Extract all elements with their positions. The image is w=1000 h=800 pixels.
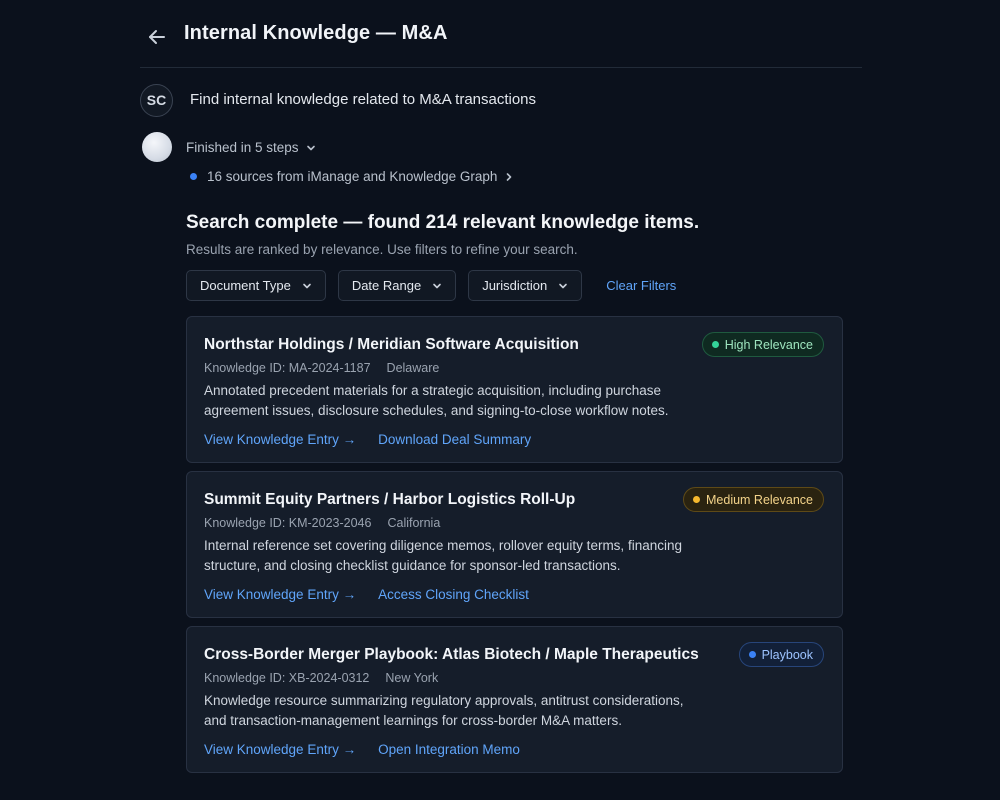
jurisdiction-tag: Delaware — [386, 361, 440, 375]
result-card: Summit Equity Partners / Harbor Logistic… — [186, 471, 843, 618]
view-knowledge-entry-link[interactable]: View Knowledge Entry → — [204, 587, 356, 602]
playbook-badge: Playbook — [738, 642, 824, 667]
jurisdiction-tag: California — [387, 516, 441, 530]
sources-link[interactable]: 16 sources from iManage and Knowledge Gr… — [190, 169, 515, 184]
clear-filters-button[interactable]: Clear Filters — [606, 278, 676, 293]
date-range-label: Date Range — [351, 278, 422, 293]
chat-page: Internal Knowledge — M&A SC Find interna… — [0, 0, 1000, 800]
result-card: Northstar Holdings / Meridian Software A… — [186, 316, 843, 463]
knowledge-id: Knowledge ID: XB-2024-0312 — [204, 671, 370, 685]
result-card-links: View Knowledge Entry → Access Closing Ch… — [204, 587, 529, 602]
result-card-title: Summit Equity Partners / Harbor Logistic… — [204, 491, 576, 508]
result-card-description: Annotated precedent materials for a stra… — [204, 383, 669, 418]
sources-label: 16 sources from iManage and Knowledge Gr… — [207, 169, 498, 184]
result-card-meta: Knowledge ID: XB-2024-0312 New York — [204, 671, 438, 685]
result-card-description: Knowledge resource summarizing regulator… — [204, 693, 684, 728]
status-dot-icon — [693, 496, 700, 503]
relevance-badge-label: High Relevance — [724, 337, 813, 352]
playbook-badge-label: Playbook — [761, 647, 813, 662]
filter-bar: Document Type Date Range Jurisdiction Cl… — [186, 270, 676, 301]
knowledge-id: Knowledge ID: MA-2024-1187 — [204, 361, 371, 375]
result-subtitle: Results are ranked by relevance. Use fil… — [186, 242, 578, 257]
result-card-links: View Knowledge Entry → Download Deal Sum… — [204, 432, 531, 447]
status-dot-icon — [748, 651, 756, 658]
status-dot-icon — [711, 341, 719, 348]
result-card-title: Cross-Border Merger Playbook: Atlas Biot… — [204, 646, 699, 663]
relevance-badge: High Relevance — [701, 332, 824, 357]
source-dot-icon — [190, 173, 197, 180]
steps-toggle[interactable]: Finished in 5 steps — [186, 140, 317, 155]
document-type-filter[interactable]: Document Type — [186, 270, 326, 301]
download-deal-summary-link[interactable]: Download Deal Summary — [378, 432, 531, 447]
chevron-down-icon — [303, 283, 311, 288]
result-card: Cross-Border Merger Playbook: Atlas Biot… — [186, 626, 843, 773]
document-type-label: Document Type — [200, 278, 291, 293]
assistant-avatar — [142, 132, 172, 162]
open-integration-memo-link[interactable]: Open Integration Memo — [378, 742, 520, 757]
view-knowledge-entry-link[interactable]: View Knowledge Entry → — [204, 742, 356, 757]
result-card-links: View Knowledge Entry → Open Integration … — [204, 742, 520, 757]
chevron-down-icon — [433, 283, 442, 288]
user-message: Find internal knowledge related to M&A t… — [190, 91, 537, 108]
chevron-right-icon — [507, 172, 512, 181]
result-card-title: Northstar Holdings / Meridian Software A… — [204, 336, 579, 353]
user-avatar: SC — [140, 84, 173, 117]
steps-label: Finished in 5 steps — [186, 140, 299, 155]
result-title: Search complete — found 214 relevant kno… — [186, 212, 700, 233]
view-knowledge-entry-link[interactable]: View Knowledge Entry → — [204, 432, 356, 447]
jurisdiction-tag: New York — [385, 671, 439, 685]
date-range-filter[interactable]: Date Range — [337, 270, 457, 301]
chevron-down-icon — [306, 145, 315, 150]
page-header: Internal Knowledge — M&A — [140, 18, 862, 68]
result-card-meta: Knowledge ID: KM-2023-2046 California — [204, 516, 440, 530]
access-closing-checklist-link[interactable]: Access Closing Checklist — [378, 587, 529, 602]
relevance-badge-label: Medium Relevance — [706, 492, 813, 507]
jurisdiction-filter[interactable]: Jurisdiction — [468, 270, 583, 301]
jurisdiction-label: Jurisdiction — [482, 278, 548, 293]
knowledge-id: Knowledge ID: KM-2023-2046 — [204, 516, 372, 530]
page-title: Internal Knowledge — M&A — [184, 22, 448, 44]
chevron-down-icon — [559, 283, 568, 288]
result-card-description: Internal reference set covering diligenc… — [204, 538, 682, 573]
relevance-badge: Medium Relevance — [683, 487, 824, 512]
arrow-left-icon[interactable] — [146, 26, 168, 48]
result-card-meta: Knowledge ID: MA-2024-1187 Delaware — [204, 361, 439, 375]
